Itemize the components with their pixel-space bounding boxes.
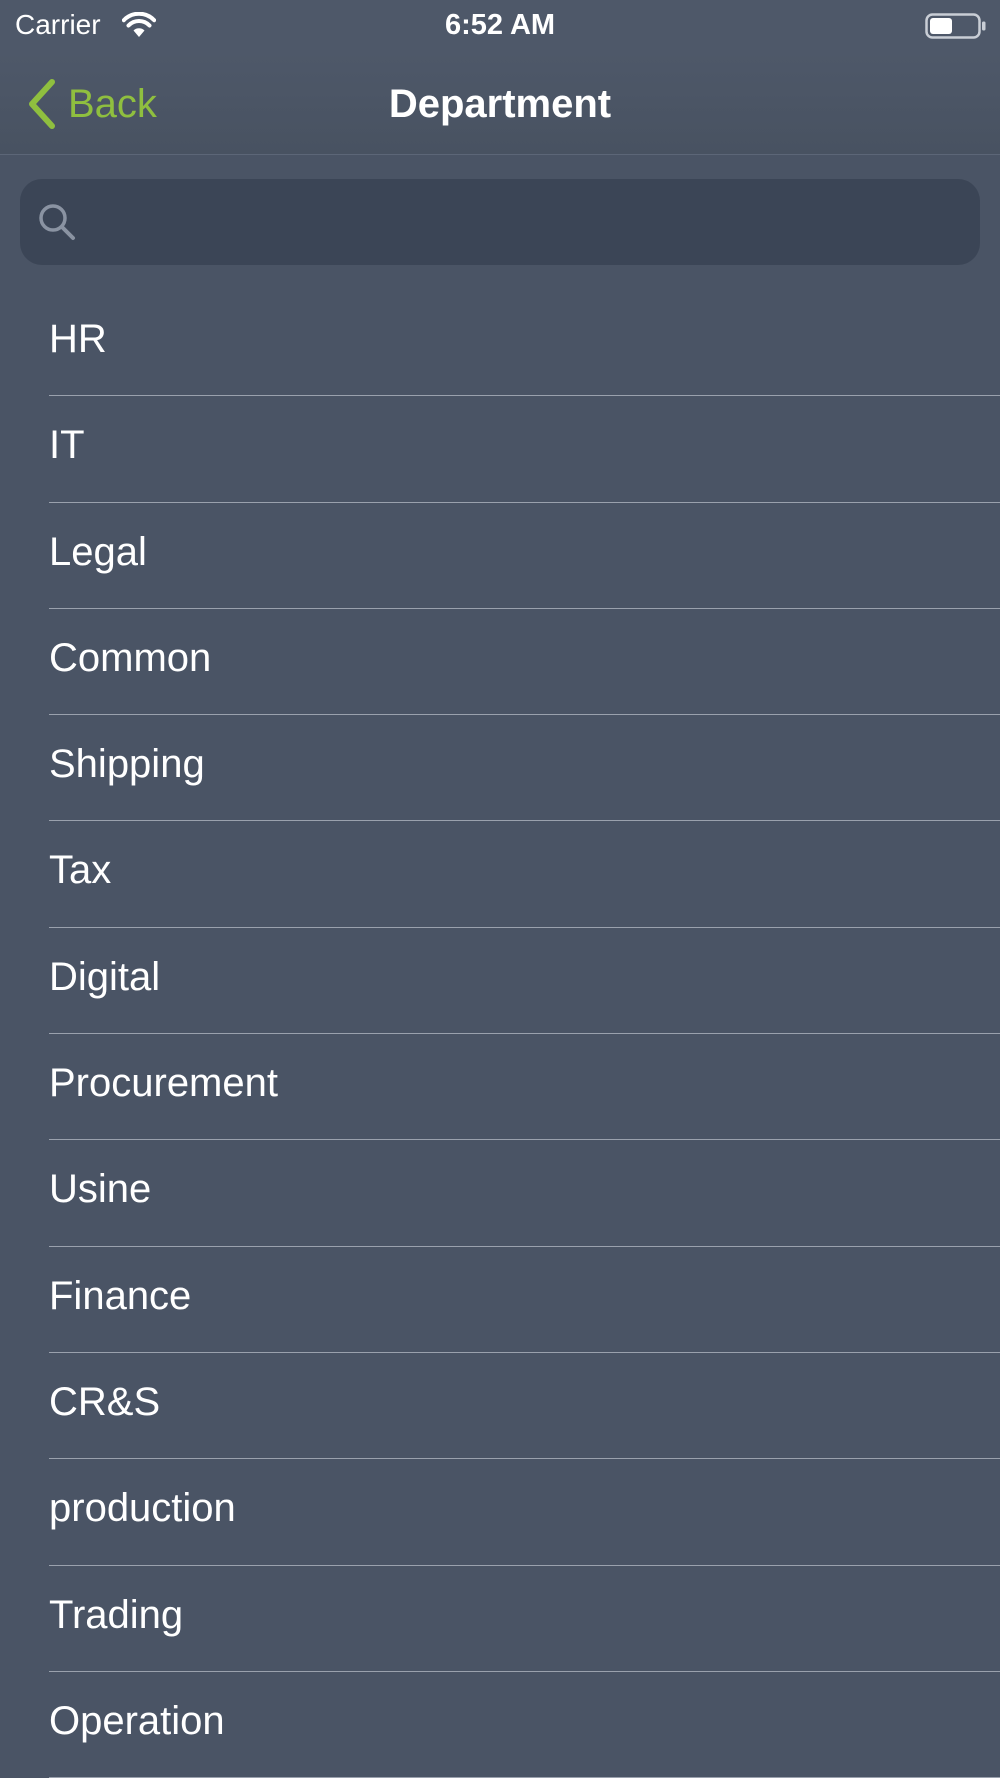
list-item-department[interactable]: Legal (0, 503, 1000, 610)
list-item-department[interactable]: Procurement (0, 1034, 1000, 1141)
list-item-department[interactable]: CR&S (0, 1353, 1000, 1460)
search-bar[interactable] (20, 179, 980, 267)
status-time: 6:52 AM (444, 9, 556, 41)
list-item-department[interactable]: Trading (0, 1566, 1000, 1673)
search-input[interactable] (88, 179, 962, 267)
search-icon (39, 204, 75, 240)
page-title: Department (388, 82, 612, 126)
battery-icon (925, 13, 986, 39)
list-item-label: Digital (49, 954, 161, 999)
list-item-department[interactable]: Digital (0, 928, 1000, 1035)
list-item-label: IT (49, 423, 85, 468)
list-item-label: Shipping (49, 742, 205, 787)
list-item-department[interactable]: Common (0, 609, 1000, 716)
list-item-label: CR&S (49, 1379, 161, 1424)
list-item-label: Legal (49, 529, 147, 574)
list-item-department[interactable]: Operation (0, 1672, 1000, 1778)
list-item-department[interactable]: Tax (0, 821, 1000, 929)
list-item-label: Trading (49, 1592, 184, 1637)
list-item-label: production (49, 1486, 236, 1531)
department-list: HR IT Legal Common Shipping Tax Digital … (0, 290, 1000, 1778)
list-item-department[interactable]: production (0, 1459, 1000, 1566)
list-item-label: HR (49, 317, 107, 361)
list-item-department[interactable]: Finance (0, 1247, 1000, 1354)
list-item-label: Finance (49, 1273, 192, 1318)
list-item-department[interactable]: Shipping (0, 715, 1000, 822)
list-item-label: Common (49, 635, 212, 680)
list-item-label: Tax (49, 848, 112, 893)
list-item-department[interactable]: Usine (0, 1140, 1000, 1247)
status-bar: Carrier 6:52 AM (0, 0, 1000, 52)
list-item-department[interactable]: HR (0, 290, 1000, 397)
list-item-label: Procurement (49, 1061, 278, 1106)
list-item-label: Operation (49, 1698, 225, 1743)
list-item-department[interactable]: IT (0, 396, 1000, 503)
navigation-bar: Back Department (0, 52, 1000, 155)
list-item-label: Usine (49, 1167, 152, 1212)
